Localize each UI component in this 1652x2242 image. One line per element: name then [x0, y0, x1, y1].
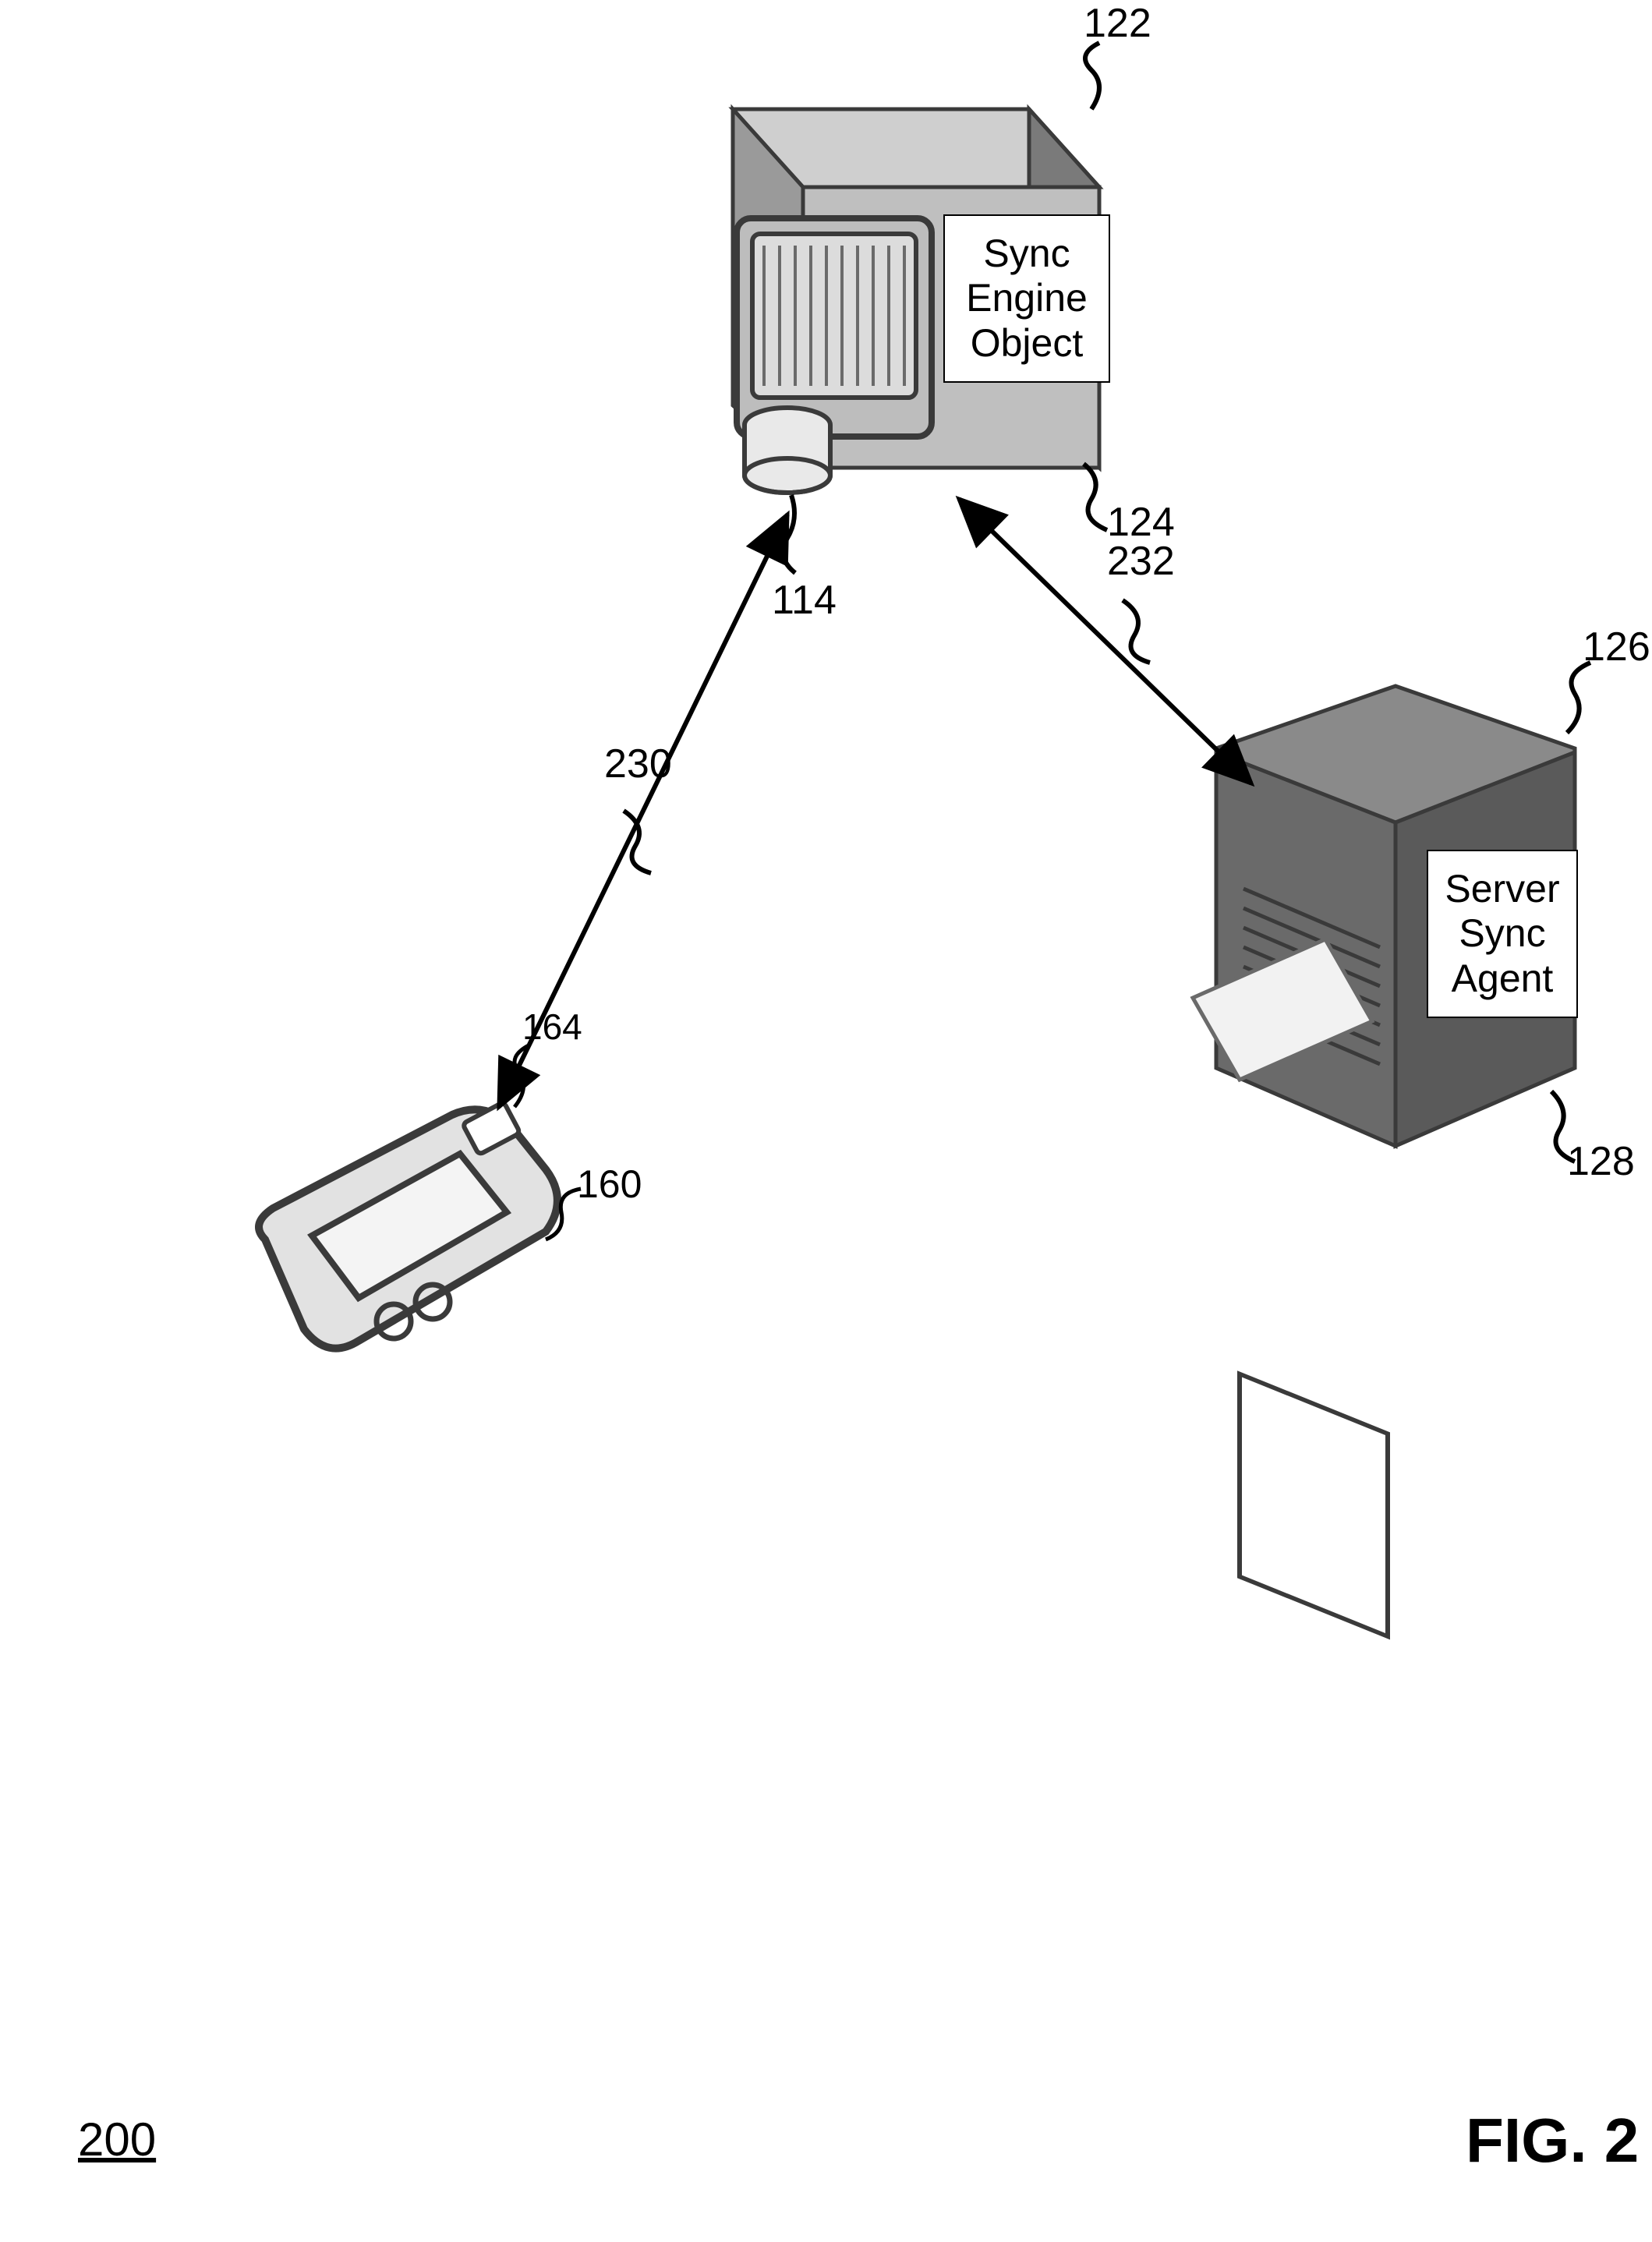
sync-engine-label-line1: Sync	[983, 232, 1070, 277]
sync-engine-label-line2: Engine	[966, 276, 1088, 321]
ref-114: 114	[772, 577, 837, 624]
ref-122: 122	[1084, 0, 1151, 47]
link-syncengine-server	[959, 499, 1251, 783]
figure-caption: FIG. 2	[1466, 2105, 1639, 2177]
server-agent-label-box: Server Sync Agent	[1427, 850, 1578, 1018]
ref-232: 232	[1107, 538, 1175, 585]
ref-160: 160	[577, 1162, 642, 1207]
server-node	[1193, 663, 1590, 1636]
database-icon	[745, 408, 830, 493]
diagram-stage: 122 Sync Engine Object 124 114 126 Serve…	[0, 0, 1652, 2242]
sync-engine-label-line3: Object	[971, 321, 1084, 366]
ref-126: 126	[1583, 624, 1650, 670]
handheld-device-node	[259, 1045, 581, 1349]
ref-230: 230	[604, 741, 672, 787]
ref-128: 128	[1567, 1138, 1635, 1185]
server-agent-label-line1: Server	[1445, 867, 1559, 912]
figure-number-label: 200	[78, 2113, 156, 2166]
server-agent-label-line2: Sync	[1459, 911, 1545, 957]
ref-164: 164	[522, 1006, 582, 1048]
sync-engine-label-box: Sync Engine Object	[943, 214, 1110, 383]
server-agent-label-line3: Agent	[1452, 957, 1554, 1002]
